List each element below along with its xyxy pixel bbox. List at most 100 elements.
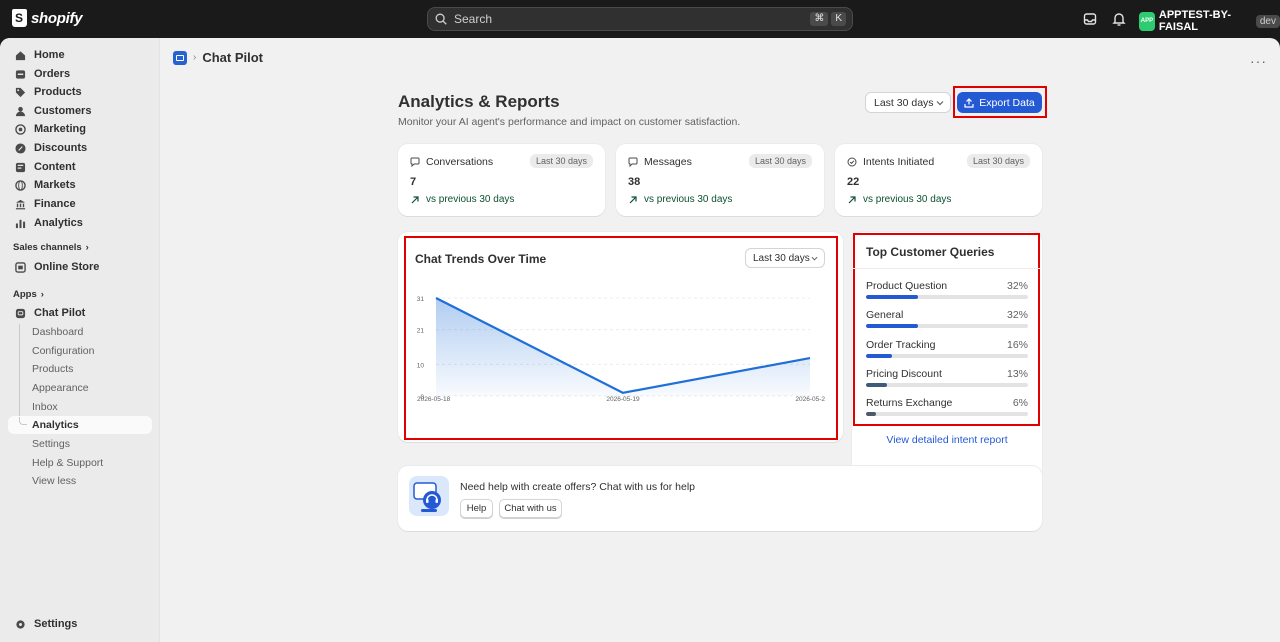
subnav-guide-line [19, 324, 20, 424]
sidebar-item-label: Online Store [34, 261, 100, 273]
query-percent: 6% [1012, 397, 1028, 410]
arrow-up-right-icon [411, 195, 419, 203]
breadcrumb-separator: › [193, 52, 197, 63]
shortcut-key-k: K [831, 12, 846, 26]
bell-icon[interactable] [1111, 11, 1127, 27]
sidebar-item-customers[interactable]: Customers [8, 102, 152, 120]
sidebar-item-label: Analytics [34, 217, 83, 229]
store-name: APPTEST-BY-FAISAL [1158, 9, 1231, 33]
stat-card-intents: Intents Initiated Last 30 days 22 vs pre… [835, 144, 1042, 216]
help-card [398, 466, 1042, 531]
orders-icon [15, 69, 26, 79]
breadcrumb-title: Chat Pilot [202, 50, 264, 65]
apps-heading[interactable]: Apps › [13, 289, 44, 300]
store-menu[interactable]: APP APPTEST-BY-FAISAL dev [1139, 9, 1280, 33]
x-tick-label: 2026-05-2 [795, 396, 825, 403]
query-label: Returns Exchange [866, 397, 953, 410]
page-title: Analytics & Reports [398, 92, 560, 111]
query-percent: 16% [1006, 338, 1028, 351]
sidebar-item-label: Products [34, 86, 82, 98]
subnav-active-indicator [19, 417, 27, 425]
shopify-logo[interactable]: shopify [12, 9, 83, 27]
content-icon [15, 162, 26, 172]
sidebar-item-label: Home [34, 49, 65, 61]
avatar: APP [1139, 11, 1155, 31]
subnav-analytics[interactable]: Analytics [32, 419, 79, 431]
sidebar-item-home[interactable]: Home [8, 46, 152, 64]
chevron-down-icon [811, 256, 818, 261]
sidebar-item-label: Discounts [34, 142, 88, 154]
support-agent-icon [409, 476, 449, 516]
stat-trend-text: vs previous 30 days [426, 194, 515, 205]
query-percent: 32% [1006, 309, 1028, 322]
sidebar-item-label: Content [34, 161, 76, 173]
shortcut-key-cmd: ⌘ [810, 12, 829, 26]
chart-title: Chat Trends Over Time [415, 252, 547, 266]
more-actions-icon[interactable]: ··· [1250, 53, 1267, 69]
sidebar-item-label: Markets [34, 179, 76, 191]
stat-period-badge: Last 30 days [966, 154, 1030, 168]
message-icon [628, 157, 638, 167]
chevron-right-icon: › [40, 289, 44, 300]
x-tick-label: 2026-05-19 [606, 396, 640, 403]
app-icon[interactable] [173, 50, 187, 65]
sidebar-item-online-store[interactable]: Online Store [8, 258, 152, 276]
stat-period-badge: Last 30 days [748, 154, 812, 168]
subnav-inbox[interactable]: Inbox [32, 401, 58, 413]
inbox-icon[interactable] [1082, 11, 1098, 27]
chart-range-select[interactable]: Last 30 days [745, 248, 825, 268]
query-progress-track [866, 324, 1028, 329]
arrow-up-right-icon [629, 195, 637, 203]
query-progress-fill [866, 382, 888, 387]
view-intent-report-link[interactable]: View detailed intent report [852, 434, 1042, 446]
sidebar-item-label: Marketing [34, 123, 86, 135]
subnav-dashboard[interactable]: Dashboard [32, 326, 83, 338]
sidebar-item-chat-pilot[interactable]: Chat Pilot [8, 304, 152, 322]
query-progress-track [866, 382, 1028, 387]
help-button[interactable]: Help [460, 499, 493, 518]
subnav-help-support[interactable]: Help & Support [32, 457, 103, 469]
subnav-view-less[interactable]: View less [32, 475, 76, 487]
subnav-settings[interactable]: Settings [32, 438, 70, 450]
stat-header: Messages [628, 156, 692, 168]
search-bar[interactable]: Search ⌘ K [427, 7, 853, 31]
target-icon [15, 123, 26, 135]
subnav-configuration[interactable]: Configuration [32, 345, 94, 357]
chat-icon [410, 157, 420, 167]
stat-trend: vs previous 30 days [410, 194, 514, 205]
date-range-select[interactable]: Last 30 days [865, 92, 951, 113]
sidebar-item-content[interactable]: Content [8, 158, 152, 176]
query-progress-track [866, 412, 1028, 417]
page-subtitle: Monitor your AI agent's performance and … [398, 116, 741, 128]
query-progress-fill [866, 324, 918, 329]
query-label: Pricing Discount [866, 367, 942, 380]
stat-trend-text: vs previous 30 days [644, 194, 733, 205]
sidebar-item-label: Orders [34, 68, 71, 80]
upload-icon [964, 97, 974, 108]
shortcut-hint: ⌘ K [810, 12, 846, 26]
query-row: Order Tracking 16% [866, 339, 1028, 365]
y-tick-label: 31 [417, 296, 425, 303]
chat-with-us-button[interactable]: Chat with us [499, 499, 562, 518]
export-data-button[interactable]: Export Data [957, 92, 1042, 113]
person-icon [15, 106, 26, 116]
sidebar-item-orders[interactable]: Orders [8, 65, 152, 83]
sidebar-item-markets[interactable]: Markets [8, 176, 152, 194]
sales-channels-heading[interactable]: Sales channels › [13, 242, 89, 253]
subnav-appearance[interactable]: Appearance [32, 382, 89, 394]
apps-label: Apps [13, 289, 37, 300]
sidebar-item-products[interactable]: Products [8, 83, 152, 101]
sidebar-item-analytics[interactable]: Analytics [8, 214, 152, 232]
sidebar-item-settings[interactable]: Settings [8, 615, 152, 633]
bank-icon [15, 199, 26, 209]
sidebar-item-marketing[interactable]: Marketing [8, 120, 152, 138]
sidebar-item-finance[interactable]: Finance [8, 195, 152, 213]
env-tag: dev [1255, 14, 1280, 28]
stat-label: Messages [644, 156, 692, 168]
brand-name: shopify [31, 9, 83, 27]
sidebar-item-discounts[interactable]: Discounts [8, 139, 152, 157]
queries-title: Top Customer Queries [866, 245, 995, 259]
subnav-products[interactable]: Products [32, 363, 73, 375]
stat-label: Intents Initiated [863, 156, 935, 168]
search-placeholder: Search [454, 12, 493, 26]
